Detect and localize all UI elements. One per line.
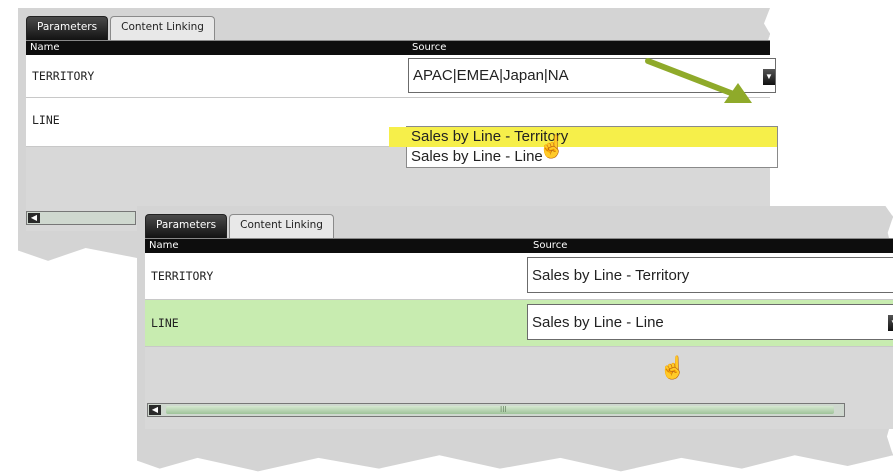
horizontal-scrollbar[interactable]: ◀ — [26, 211, 136, 225]
tab-bar: Parameters Content Linking — [26, 16, 215, 41]
source-dropdown-list[interactable]: Sales by Line - Territory Sales by Line … — [389, 126, 778, 168]
source-select-value: Sales by Line - Line — [532, 314, 664, 331]
column-header-name[interactable]: Name — [30, 41, 60, 55]
table-row[interactable]: TERRITORY Sales by Line - Territory — [145, 253, 893, 300]
tab-parameters[interactable]: Parameters — [145, 214, 228, 239]
source-select[interactable]: Sales by Line - Line ▼ — [527, 304, 893, 340]
source-select-value: APAC|EMEA|Japan|NA — [413, 67, 569, 84]
chevron-left-icon[interactable]: ◀ — [149, 405, 161, 415]
param-name: LINE — [32, 113, 60, 127]
chevron-left-icon[interactable]: ◀ — [28, 213, 40, 223]
annotation-arrow-icon — [645, 58, 752, 103]
tab-content-linking[interactable]: Content Linking — [110, 16, 215, 41]
tab-parameters[interactable]: Parameters — [26, 16, 109, 41]
column-header-name[interactable]: Name — [149, 239, 179, 253]
parameters-panel-bottom: Parameters Content Linking Name Source T… — [137, 206, 893, 474]
column-header-source[interactable]: Source — [533, 239, 567, 253]
scrollbar-thumb[interactable]: III — [166, 406, 834, 414]
chevron-down-icon[interactable]: ▼ — [763, 69, 775, 85]
table-row-selected[interactable]: LINE Sales by Line - Line ▼ — [145, 300, 893, 347]
param-name: LINE — [151, 316, 179, 330]
tab-bar: Parameters Content Linking — [145, 214, 334, 239]
hand-pointer-icon: ☝ — [659, 355, 687, 380]
parameters-grid: Name Source TERRITORY Sales by Line - Te… — [145, 238, 893, 429]
grid-header: Name Source — [145, 239, 893, 253]
param-name: TERRITORY — [151, 269, 214, 283]
column-header-source[interactable]: Source — [412, 41, 446, 55]
hand-pointer-icon: ☝ — [538, 134, 566, 159]
tab-content-linking[interactable]: Content Linking — [229, 214, 334, 239]
source-select[interactable]: Sales by Line - Territory — [527, 257, 893, 293]
scrollbar-grip: III — [500, 405, 507, 414]
chevron-down-icon[interactable]: ▼ — [888, 315, 893, 331]
source-select-value: Sales by Line - Territory — [532, 267, 690, 284]
param-name: TERRITORY — [32, 69, 95, 83]
dropdown-option[interactable]: Sales by Line - Line — [407, 147, 777, 167]
dropdown-option[interactable]: Sales by Line - Territory — [389, 127, 777, 147]
dropdown-option-label: Sales by Line - Line — [411, 148, 543, 165]
horizontal-scrollbar[interactable]: ◀ III — [147, 403, 845, 417]
grid-header: Name Source — [26, 41, 770, 55]
